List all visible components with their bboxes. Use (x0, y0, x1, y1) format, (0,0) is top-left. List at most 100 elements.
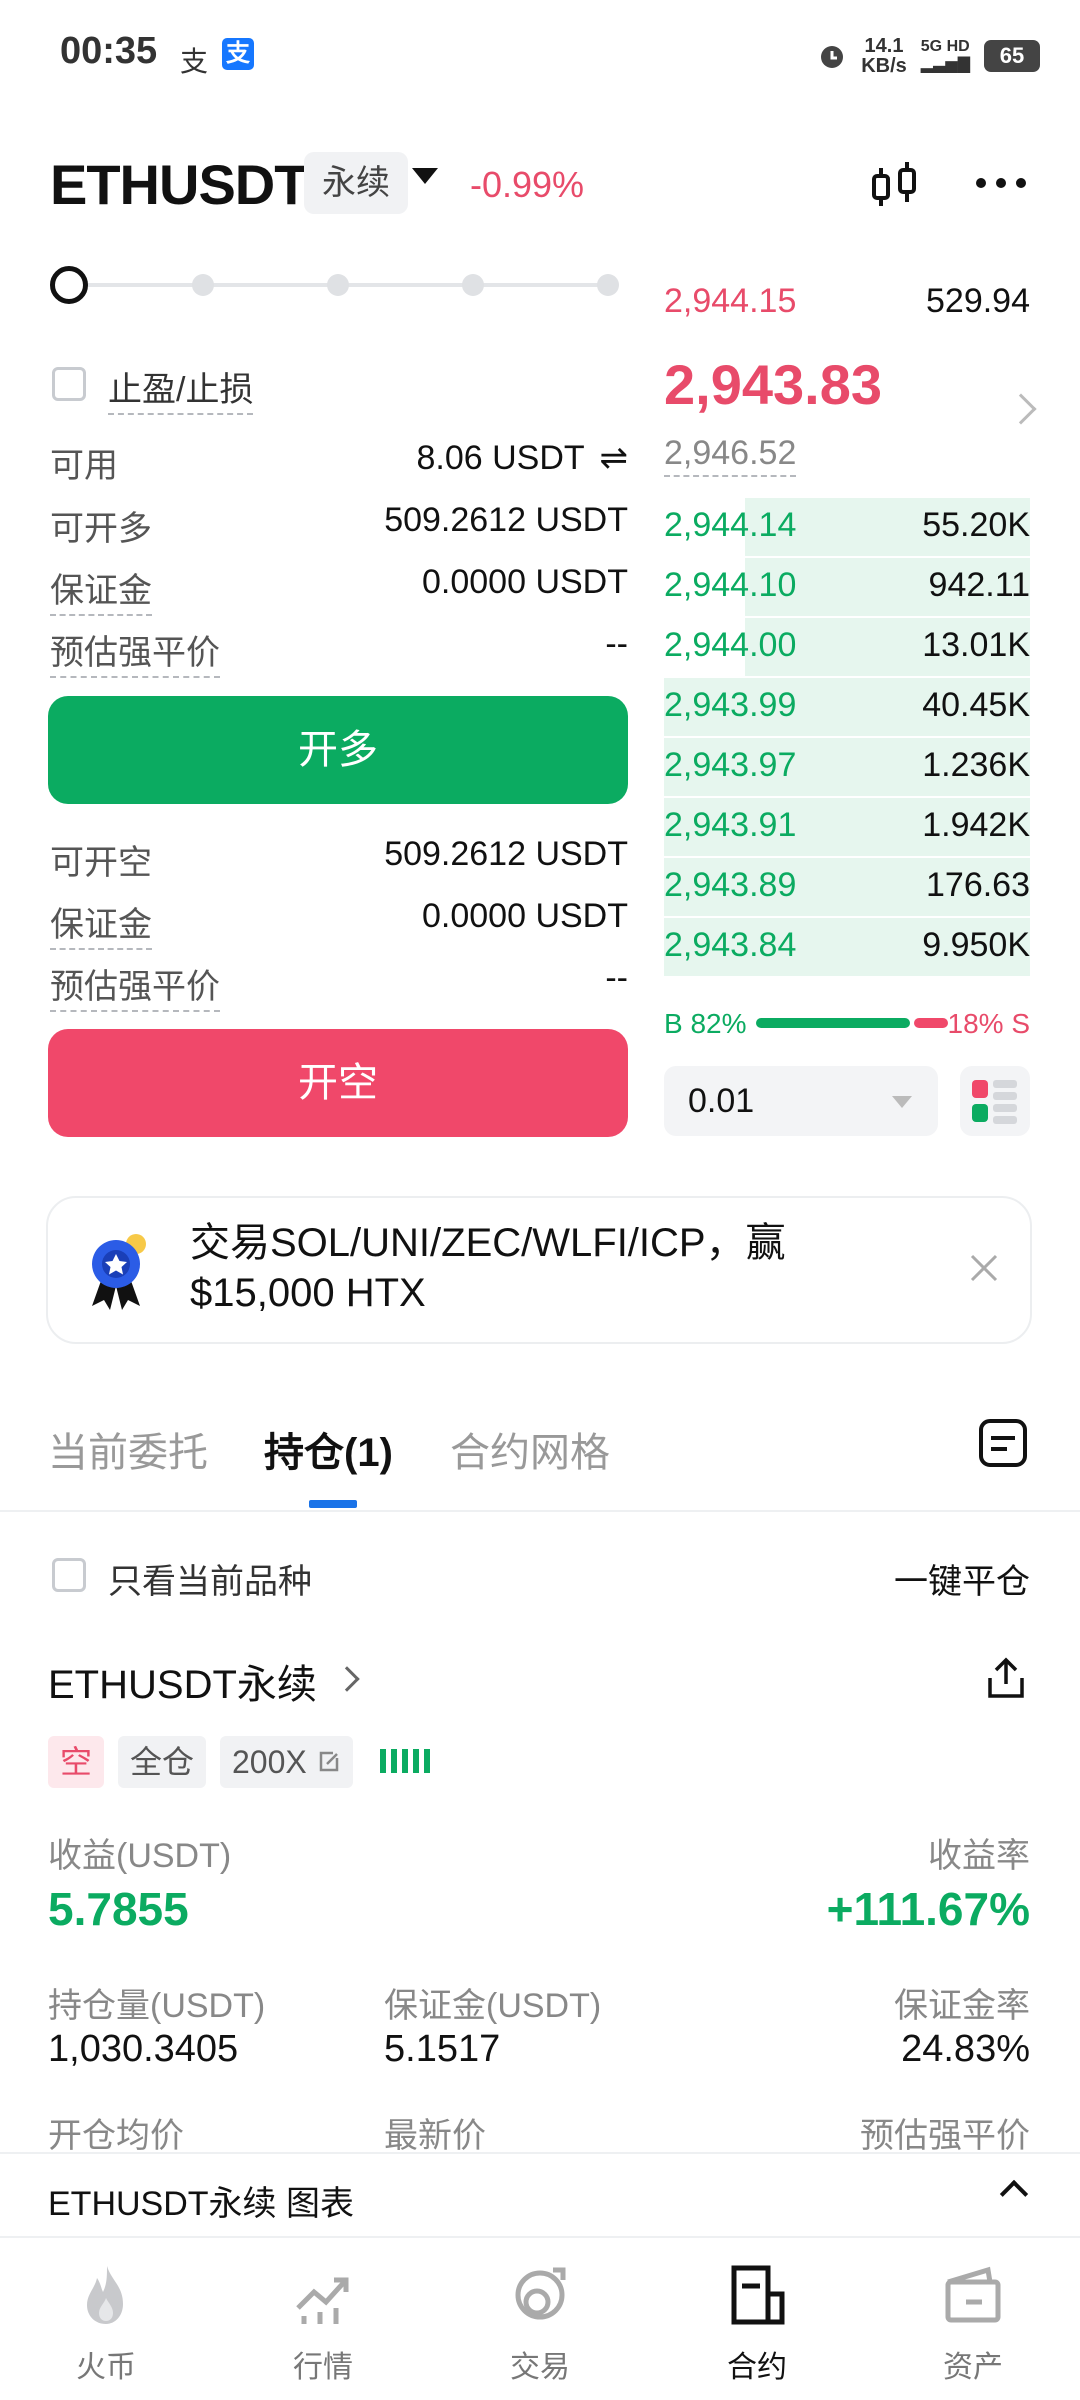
long-liq-value: -- (605, 625, 628, 663)
bid-qty: 1.236K (922, 746, 1030, 784)
short-margin-value: 0.0000 USDT (422, 897, 628, 935)
price-change: -0.99% (470, 164, 585, 205)
tab-open-orders[interactable]: 当前委托 (48, 1420, 208, 1478)
short-liq-label[interactable]: 预估强平价 (50, 959, 220, 1012)
order-history-icon[interactable] (978, 1418, 1028, 1468)
pnl-label: 收益(USDT) (48, 1837, 232, 1875)
short-margin-label[interactable]: 保证金 (50, 897, 152, 950)
contract-icon (731, 2265, 785, 2325)
chevron-right-icon[interactable] (1005, 393, 1037, 425)
open-short-button[interactable]: 开空 (48, 1029, 628, 1137)
close-icon[interactable] (966, 1250, 1002, 1286)
bid-price[interactable]: 2,944.14 (664, 506, 796, 545)
nav-contract[interactable]: 合约 (682, 2262, 832, 2386)
margin-ratio-label: 保证金率 (894, 1987, 1030, 2025)
share-icon[interactable] (986, 1656, 1026, 1700)
margin-mode-tag: 全仓 (118, 1736, 207, 1788)
bid-qty: 13.01K (922, 626, 1030, 664)
ask-qty: 529.94 (926, 282, 1030, 320)
slider-step[interactable] (192, 274, 214, 296)
pnl-value: 5.7855 (48, 1883, 189, 1935)
bid-price[interactable]: 2,943.91 (664, 806, 796, 845)
slider-knob[interactable] (50, 266, 88, 304)
margin-label: 保证金(USDT) (384, 1987, 602, 2025)
trend-up-icon (296, 2277, 349, 2324)
alipay-app-icon: 支 (222, 38, 254, 70)
buy-ratio: B 82% (664, 1008, 747, 1039)
orderbook-layout-icon (972, 1080, 1017, 1124)
sell-ratio: 18% S (947, 1008, 1031, 1039)
current-symbol-checkbox[interactable] (52, 1558, 86, 1592)
award-badge-icon (92, 1234, 146, 1310)
leverage-value: 200X (232, 1744, 307, 1780)
size-label: 持仓量(USDT) (48, 1987, 266, 2025)
bid-qty: 40.45K (922, 686, 1030, 724)
dropdown-caret-icon[interactable] (412, 168, 438, 184)
wallet-icon (945, 2266, 1001, 2323)
tab-positions[interactable]: 持仓(1) (264, 1420, 393, 1478)
bid-price[interactable]: 2,944.10 (664, 566, 796, 605)
available-label: 可用 (50, 447, 118, 485)
more-options-icon[interactable] (976, 178, 1026, 188)
orderbook-clip (664, 234, 1030, 244)
long-margin-label[interactable]: 保证金 (50, 563, 152, 616)
long-liq-label[interactable]: 预估强平价 (50, 625, 220, 678)
mark-price-label: 最新价 (384, 2117, 486, 2155)
tab-indicator (309, 1500, 357, 1508)
chart-strip-label: ETHUSDT永续 图表 (48, 2185, 354, 2223)
chevron-down-icon (892, 1096, 912, 1108)
slider-step[interactable] (327, 274, 349, 296)
bid-price[interactable]: 2,943.84 (664, 926, 796, 965)
nav-assets[interactable]: 资产 (898, 2262, 1048, 2386)
nav-huobi[interactable]: 火币 (31, 2262, 181, 2386)
current-symbol-label[interactable]: 只看当前品种 (108, 1554, 312, 1603)
available-row: 8.06 USDT ⇌ (416, 438, 628, 478)
precision-value: 0.01 (688, 1082, 755, 1120)
status-time: 00:35 (60, 30, 158, 72)
max-short-value: 509.2612 USDT (384, 835, 628, 873)
edit-icon (319, 1751, 338, 1772)
position-title[interactable]: ETHUSDT永续 (48, 1652, 317, 1710)
entry-price-label: 开仓均价 (48, 2117, 184, 2155)
bid-price[interactable]: 2,943.99 (664, 686, 796, 725)
flame-icon (87, 2266, 123, 2324)
contract-type-chip: 永续 (304, 152, 408, 214)
open-long-button[interactable]: 开多 (48, 696, 628, 804)
tab-divider (0, 1510, 1080, 1512)
bid-price[interactable]: 2,943.89 (664, 866, 796, 905)
bid-qty: 9.950K (922, 926, 1030, 964)
slider-step[interactable] (462, 274, 484, 296)
bid-qty: 942.11 (928, 566, 1030, 604)
status-right: 14.1 KB/s 5G HD ▂▃▅▇ 65 (817, 36, 1040, 76)
bid-qty: 176.63 (926, 866, 1030, 904)
roe-value: +111.67% (826, 1883, 1030, 1935)
close-all-button[interactable]: 一键平仓 (894, 1554, 1030, 1603)
precision-select[interactable]: 0.01 (664, 1066, 938, 1136)
bid-price[interactable]: 2,943.97 (664, 746, 796, 785)
leverage-tag[interactable]: 200X (220, 1736, 353, 1788)
max-short-label: 可开空 (50, 844, 152, 882)
last-price[interactable]: 2,943.83 (664, 352, 882, 417)
slider-step[interactable] (597, 274, 619, 296)
pair-title[interactable]: ETHUSDT (50, 152, 308, 217)
side-tag: 空 (48, 1736, 105, 1788)
exchange-icon (515, 2267, 566, 2320)
bid-price[interactable]: 2,944.00 (664, 626, 796, 665)
nav-trade[interactable]: 交易 (465, 2262, 615, 2386)
roe-label: 收益率 (928, 1837, 1030, 1875)
transfer-icon[interactable]: ⇌ (600, 439, 629, 477)
battery-icon: 65 (984, 40, 1040, 72)
candlestick-chart-icon[interactable] (868, 160, 922, 214)
sell-ratio-bar (914, 1018, 948, 1028)
adl-indicator (380, 1749, 430, 1773)
tpsl-label[interactable]: 止盈/止损 (108, 362, 254, 415)
short-liq-value: -- (605, 959, 628, 997)
nav-markets[interactable]: 行情 (248, 2262, 398, 2386)
tpsl-checkbox[interactable] (52, 367, 86, 401)
network-speed: 14.1 KB/s (861, 35, 907, 77)
chevron-right-icon[interactable] (334, 1666, 360, 1692)
ask-price[interactable]: 2,944.15 (664, 282, 796, 321)
mark-price: 2,946.52 (664, 434, 797, 477)
orderbook-layout-button[interactable] (960, 1066, 1030, 1136)
tab-contract-grid[interactable]: 合约网格 (450, 1420, 610, 1478)
